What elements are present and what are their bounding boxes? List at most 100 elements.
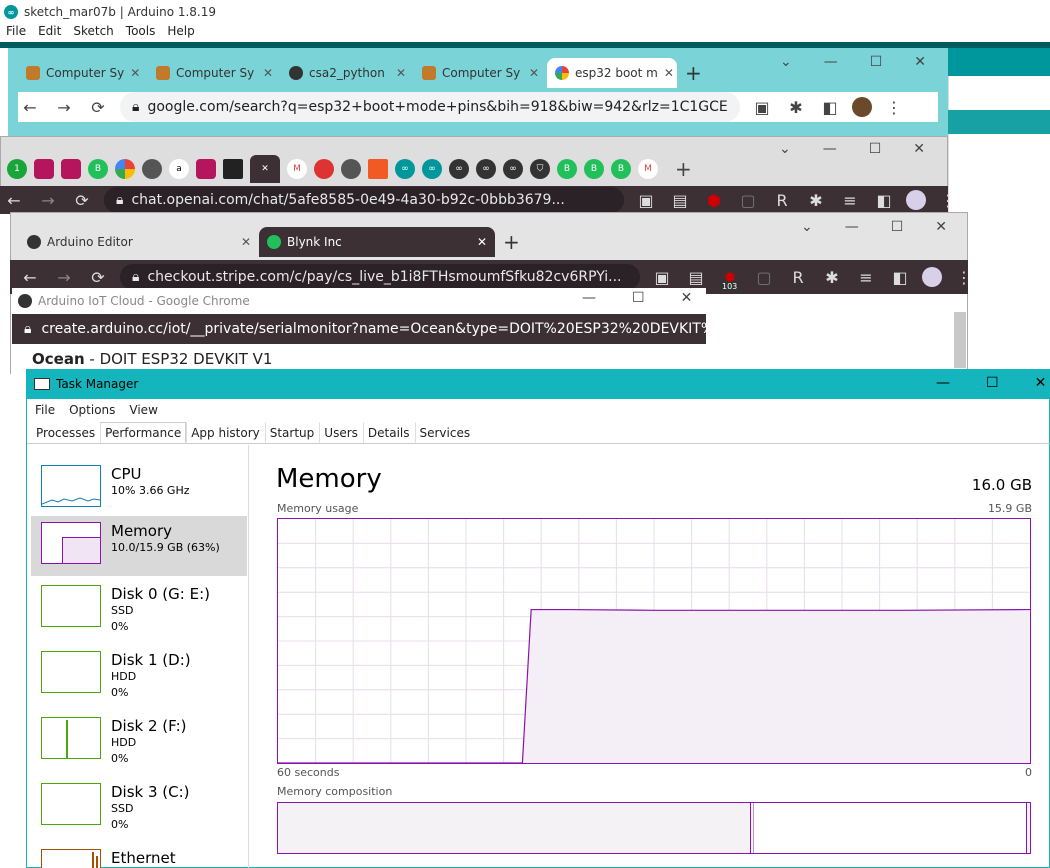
forward-icon[interactable]: → <box>52 268 76 287</box>
photos-tab-icon[interactable] <box>115 159 135 179</box>
arduino-menu-help[interactable]: Help <box>167 24 194 42</box>
minimize-icon[interactable]: — <box>824 54 838 70</box>
chevron-down-icon[interactable]: ⌄ <box>779 141 791 157</box>
iot-cloud-address-bar[interactable]: 🔒︎ create.arduino.cc/iot/__private/seria… <box>12 314 706 344</box>
forward-icon[interactable]: → <box>36 191 60 210</box>
close-window-icon[interactable]: ✕ <box>935 219 947 235</box>
close-icon[interactable]: ✕ <box>529 66 539 80</box>
ublock-icon[interactable]: ⬢ <box>702 191 726 210</box>
maximize-icon[interactable]: ☐ <box>891 219 904 235</box>
close-icon[interactable]: ✕ <box>241 235 251 249</box>
app-tab-icon[interactable] <box>196 159 216 179</box>
minimize-icon[interactable]: — <box>936 375 950 391</box>
close-window-icon[interactable]: ✕ <box>913 141 925 157</box>
arduino-tab-icon[interactable]: ∞ <box>476 159 496 179</box>
close-window-icon[interactable]: ✕ <box>1035 375 1047 391</box>
new-tab-button[interactable]: + <box>677 58 717 88</box>
arduino-menu-sketch[interactable]: Sketch <box>73 24 113 42</box>
tab-details[interactable]: Details <box>362 422 415 443</box>
extensions-icon[interactable]: ✱ <box>820 268 844 287</box>
app-tab-icon[interactable] <box>34 159 54 179</box>
circle-tab-icon[interactable] <box>142 159 162 179</box>
extensions-icon[interactable]: ✱ <box>784 98 808 117</box>
media-icon[interactable]: ▣ <box>750 98 774 117</box>
extension-icon[interactable]: ▣ <box>634 191 658 210</box>
maximize-icon[interactable]: ☐ <box>632 290 645 306</box>
extension-icon[interactable]: ▤ <box>684 268 708 287</box>
tab-processes[interactable]: Processes <box>31 422 100 443</box>
reload-icon[interactable]: ⟳ <box>70 191 94 210</box>
arduino-tab-icon[interactable]: ∞ <box>395 159 415 179</box>
app-tab-icon[interactable] <box>314 159 334 179</box>
tab-arduino-editor[interactable]: Arduino Editor ✕ <box>19 227 259 257</box>
chrome1-tab[interactable]: Computer Sy ✕ <box>18 58 148 88</box>
blynk-tab-icon[interactable]: B <box>584 159 604 179</box>
blynk-tab-icon[interactable]: B <box>611 159 631 179</box>
menu-view[interactable]: View <box>129 403 157 417</box>
more-icon[interactable]: ⋮ <box>952 268 976 287</box>
extension-icon[interactable]: ▣ <box>650 268 674 287</box>
minimize-icon[interactable]: — <box>845 219 859 235</box>
arduino-menu-tools[interactable]: Tools <box>126 24 156 42</box>
back-icon[interactable]: ← <box>2 191 26 210</box>
chrome1-tab[interactable]: Computer Sy ✕ <box>414 58 547 88</box>
globe-tab-icon[interactable] <box>341 159 361 179</box>
minimize-icon[interactable]: — <box>582 290 596 306</box>
more-icon[interactable]: ⋮ <box>882 98 906 117</box>
chrome1-tab-active[interactable]: esp32 boot m ✕ <box>547 58 677 88</box>
tab-startup[interactable]: Startup <box>264 422 320 443</box>
extension-icon[interactable]: R <box>770 191 794 210</box>
arduino-sketch-tab[interactable] <box>948 110 1050 134</box>
chevron-down-icon[interactable]: ⌄ <box>801 219 813 235</box>
back-icon[interactable]: ← <box>18 98 42 117</box>
tab-users[interactable]: Users <box>319 422 363 443</box>
menu-options[interactable]: Options <box>69 403 115 417</box>
chrome1-tab[interactable]: Computer Sy ✕ <box>148 58 281 88</box>
sidebar-item-disk-2[interactable]: Disk 2 (F:) HDD 0% <box>31 711 247 771</box>
gmail-tab-icon[interactable]: M <box>287 159 307 179</box>
minimize-icon[interactable]: — <box>823 141 837 157</box>
blynk-tab-icon[interactable]: B <box>88 159 108 179</box>
sidebar-item-disk-0[interactable]: Disk 0 (G: E:) SSD 0% <box>31 579 247 639</box>
shield-tab-icon[interactable]: ⛉ <box>530 159 550 179</box>
sidepanel-icon[interactable]: ◧ <box>872 191 896 210</box>
arduino-tab-icon[interactable]: ∞ <box>422 159 442 179</box>
close-icon[interactable]: ✕ <box>477 235 487 249</box>
arduino-tab-icon[interactable]: ∞ <box>503 159 523 179</box>
sidebar-item-cpu[interactable]: CPU 10% 3.66 GHz <box>31 459 247 519</box>
close-icon[interactable]: ✕ <box>130 66 140 80</box>
extension-icon[interactable]: ▤ <box>668 191 692 210</box>
address-bar[interactable]: 🔒︎ chat.openai.com/chat/5afe8585-0e49-4a… <box>104 187 624 213</box>
back-icon[interactable]: ← <box>18 268 42 287</box>
sidebar-item-disk-1[interactable]: Disk 1 (D:) HDD 0% <box>31 645 247 705</box>
arduino-menu-file[interactable]: File <box>6 24 26 42</box>
avatar[interactable] <box>922 267 942 287</box>
qr-tab-icon[interactable] <box>223 159 243 179</box>
sidebar-item-ethernet[interactable]: Ethernet <box>31 843 247 868</box>
extension-icon[interactable]: R <box>786 268 810 287</box>
ublock-icon[interactable]: ⬢ 103 <box>718 270 742 291</box>
sidepanel-icon[interactable]: ◧ <box>818 98 842 117</box>
maximize-icon[interactable]: ☐ <box>869 141 882 157</box>
amazon-tab-icon[interactable]: a <box>169 159 189 179</box>
sidebar-item-memory[interactable]: Memory 10.0/15.9 GB (63%) <box>31 516 247 576</box>
address-bar[interactable]: 🔒︎ checkout.stripe.com/c/pay/cs_live_b1i… <box>120 264 640 290</box>
extension-icon[interactable]: ▢ <box>736 191 760 210</box>
reading-list-icon[interactable]: ≡ <box>838 191 862 210</box>
tab-app-history[interactable]: App history <box>186 422 265 443</box>
arduino-tab-icon[interactable]: ∞ <box>449 159 469 179</box>
active-tab-close-icon[interactable]: ✕ <box>250 155 280 183</box>
sidepanel-icon[interactable]: ◧ <box>888 268 912 287</box>
menu-file[interactable]: File <box>35 403 55 417</box>
close-icon[interactable]: ✕ <box>664 66 674 80</box>
blynk-tab-icon[interactable]: B <box>557 159 577 179</box>
avatar[interactable] <box>852 97 872 117</box>
notification-badge-icon[interactable]: 1 <box>7 159 27 179</box>
scrollbar[interactable] <box>954 312 966 368</box>
maximize-icon[interactable]: ☐ <box>986 375 999 391</box>
reload-icon[interactable]: ⟳ <box>86 98 110 117</box>
reload-icon[interactable]: ⟳ <box>86 268 110 287</box>
close-icon[interactable]: ✕ <box>396 66 406 80</box>
tab-services[interactable]: Services <box>414 422 476 443</box>
close-icon[interactable]: ✕ <box>263 66 273 80</box>
